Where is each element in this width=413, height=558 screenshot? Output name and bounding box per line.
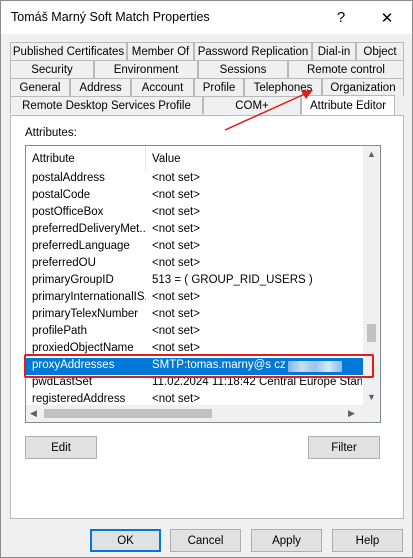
tab-remote-control[interactable]: Remote control xyxy=(288,60,404,78)
attribute-value-cell: <not set> xyxy=(152,325,200,337)
tab-label: Remote control xyxy=(307,63,385,76)
close-title-button[interactable]: ✕ xyxy=(364,1,410,34)
edit-button[interactable]: Edit xyxy=(25,436,97,459)
tab-label: Organization xyxy=(330,81,396,94)
apply-button-label: Apply xyxy=(272,534,301,547)
help-icon: ? xyxy=(336,9,346,26)
tab-label: Member Of xyxy=(131,45,190,58)
horizontal-scroll-thumb[interactable] xyxy=(44,409,212,418)
tab-label: Remote Desktop Services Profile xyxy=(22,99,191,112)
scroll-down-icon[interactable]: ▼ xyxy=(367,392,376,402)
tab-label: Object xyxy=(363,45,397,58)
tab-member-of[interactable]: Member Of xyxy=(127,42,194,60)
tab-environment[interactable]: Environment xyxy=(94,60,198,78)
attribute-value-cell: <not set> xyxy=(152,257,200,269)
attributes-label: Attributes: xyxy=(25,127,77,139)
help-button[interactable]: Help xyxy=(332,529,403,552)
column-header-label: Attribute xyxy=(32,152,75,165)
table-row[interactable]: primaryTelexNumber <not set> xyxy=(26,307,363,324)
tab-label: Address xyxy=(79,81,122,94)
tab-label: Security xyxy=(31,63,73,76)
tab-label: General xyxy=(19,81,61,94)
table-row[interactable]: preferredOU <not set> xyxy=(26,256,363,273)
help-title-button[interactable]: ? xyxy=(318,1,364,34)
attribute-name-cell: profilePath xyxy=(32,325,87,337)
tab-password-replication[interactable]: Password Replication xyxy=(194,42,312,60)
scroll-up-icon[interactable]: ▲ xyxy=(367,149,376,159)
attribute-value-cell: <not set> xyxy=(152,291,200,303)
tab-label: Password Replication xyxy=(197,45,309,58)
edit-button-label: Edit xyxy=(51,441,71,454)
attribute-name-cell: postalCode xyxy=(32,189,91,201)
tab-general[interactable]: General xyxy=(10,78,70,96)
column-header-attribute[interactable]: Attribute xyxy=(26,146,146,171)
filter-button-label: Filter xyxy=(331,441,357,454)
attribute-value-cell: <not set> xyxy=(152,189,200,201)
table-row[interactable]: preferredLanguage <not set> xyxy=(26,239,363,256)
cancel-button[interactable]: Cancel xyxy=(170,529,241,552)
table-row[interactable]: primaryInternationalIS... <not set> xyxy=(26,290,363,307)
column-header-value[interactable]: Value xyxy=(146,146,363,171)
attribute-name-cell: registeredAddress xyxy=(32,393,126,405)
tab-published-certificates[interactable]: Published Certificates xyxy=(10,42,127,60)
tab-account[interactable]: Account xyxy=(131,78,194,96)
ok-button-label: OK xyxy=(117,534,134,547)
title-bar: Tomáš Marný Soft Match Properties ? ✕ xyxy=(1,1,412,34)
table-row[interactable]: postalCode <not set> xyxy=(26,188,363,205)
ok-button[interactable]: OK xyxy=(90,529,161,552)
attribute-name-cell: preferredDeliveryMet... xyxy=(32,223,146,235)
attribute-name-cell: primaryInternationalIS... xyxy=(32,291,146,303)
attribute-value-cell: <not set> xyxy=(152,393,200,405)
tab-label: Sessions xyxy=(219,63,267,76)
tab-label: Dial-in xyxy=(317,45,351,58)
attribute-name-cell: primaryGroupID xyxy=(32,274,114,286)
window-title: Tomáš Marný Soft Match Properties xyxy=(11,10,210,24)
tab-label: Account xyxy=(141,81,184,94)
attribute-value-cell: <not set> xyxy=(152,206,200,218)
column-header-label: Value xyxy=(152,152,181,165)
attribute-name-cell: postOfficeBox xyxy=(32,206,104,218)
table-row[interactable]: preferredDeliveryMet... <not set> xyxy=(26,222,363,239)
filter-button[interactable]: Filter xyxy=(308,436,380,459)
vertical-scroll-thumb[interactable] xyxy=(367,324,376,342)
attribute-name-cell: preferredOU xyxy=(32,257,96,269)
attribute-name-cell: proxiedObjectName xyxy=(32,342,134,354)
table-row[interactable]: postalAddress <not set> xyxy=(26,171,363,188)
attribute-name-cell: postalAddress xyxy=(32,172,105,184)
table-row[interactable]: profilePath <not set> xyxy=(26,324,363,341)
attribute-value-cell: <not set> xyxy=(152,172,200,184)
horizontal-scrollbar[interactable]: ◀ ▶ xyxy=(26,405,363,422)
tab-label: Published Certificates xyxy=(12,45,125,58)
table-row[interactable]: postOfficeBox <not set> xyxy=(26,205,363,222)
attribute-value-cell: 513 = ( GROUP_RID_USERS ) xyxy=(152,274,313,286)
tab-label: Attribute Editor xyxy=(309,99,387,112)
close-icon: ✕ xyxy=(380,9,394,27)
apply-button[interactable]: Apply xyxy=(251,529,322,552)
attribute-value-cell: <not set> xyxy=(152,223,200,235)
tab-label: Environment xyxy=(113,63,179,76)
tab-dial-in[interactable]: Dial-in xyxy=(312,42,356,60)
attributes-list[interactable]: Attribute Value postalAddress <not set> po… xyxy=(25,145,381,423)
attribute-name-cell: primaryTelexNumber xyxy=(32,308,139,320)
cancel-button-label: Cancel xyxy=(187,534,224,547)
tab-object[interactable]: Object xyxy=(356,42,404,60)
highlight-annotation-box xyxy=(24,354,374,378)
tab-security[interactable]: Security xyxy=(10,60,94,78)
attribute-value-cell: <not set> xyxy=(152,240,200,252)
tab-address[interactable]: Address xyxy=(70,78,131,96)
scroll-left-icon[interactable]: ◀ xyxy=(30,408,37,419)
scroll-right-icon[interactable]: ▶ xyxy=(348,408,355,419)
attribute-value-cell: <not set> xyxy=(152,308,200,320)
tab-sessions[interactable]: Sessions xyxy=(198,60,288,78)
tab-organization[interactable]: Organization xyxy=(322,78,404,96)
table-row[interactable]: primaryGroupID 513 = ( GROUP_RID_USERS ) xyxy=(26,273,363,290)
properties-dialog: Tomáš Marný Soft Match Properties ? ✕ Pu… xyxy=(0,0,413,558)
scrollbar-corner xyxy=(363,405,380,422)
attribute-name-cell: preferredLanguage xyxy=(32,240,130,252)
annotation-arrow-icon xyxy=(224,90,313,131)
attribute-value-cell: <not set> xyxy=(152,342,200,354)
help-button-label: Help xyxy=(355,534,380,547)
tab-remote-desktop-services-profile[interactable]: Remote Desktop Services Profile xyxy=(10,96,203,114)
